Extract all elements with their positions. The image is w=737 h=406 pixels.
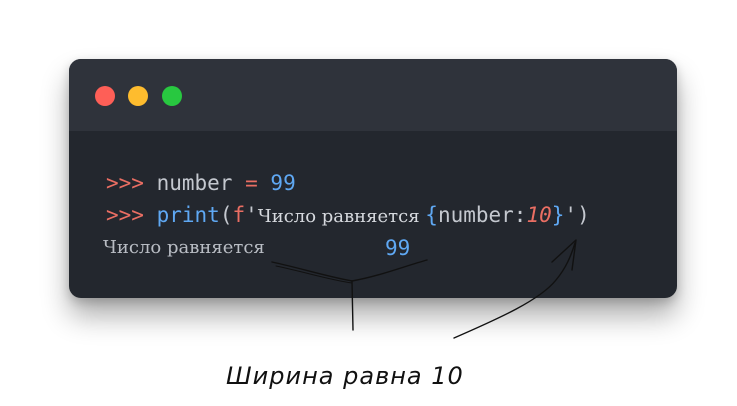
padding-brace-curve-2 bbox=[275, 265, 353, 284]
arrow-head-icon bbox=[551, 239, 577, 271]
brace-stem-line bbox=[351, 280, 354, 331]
annotation-caption: Ширина равна 10 bbox=[226, 362, 464, 390]
annotation-arrows bbox=[271, 239, 577, 339]
